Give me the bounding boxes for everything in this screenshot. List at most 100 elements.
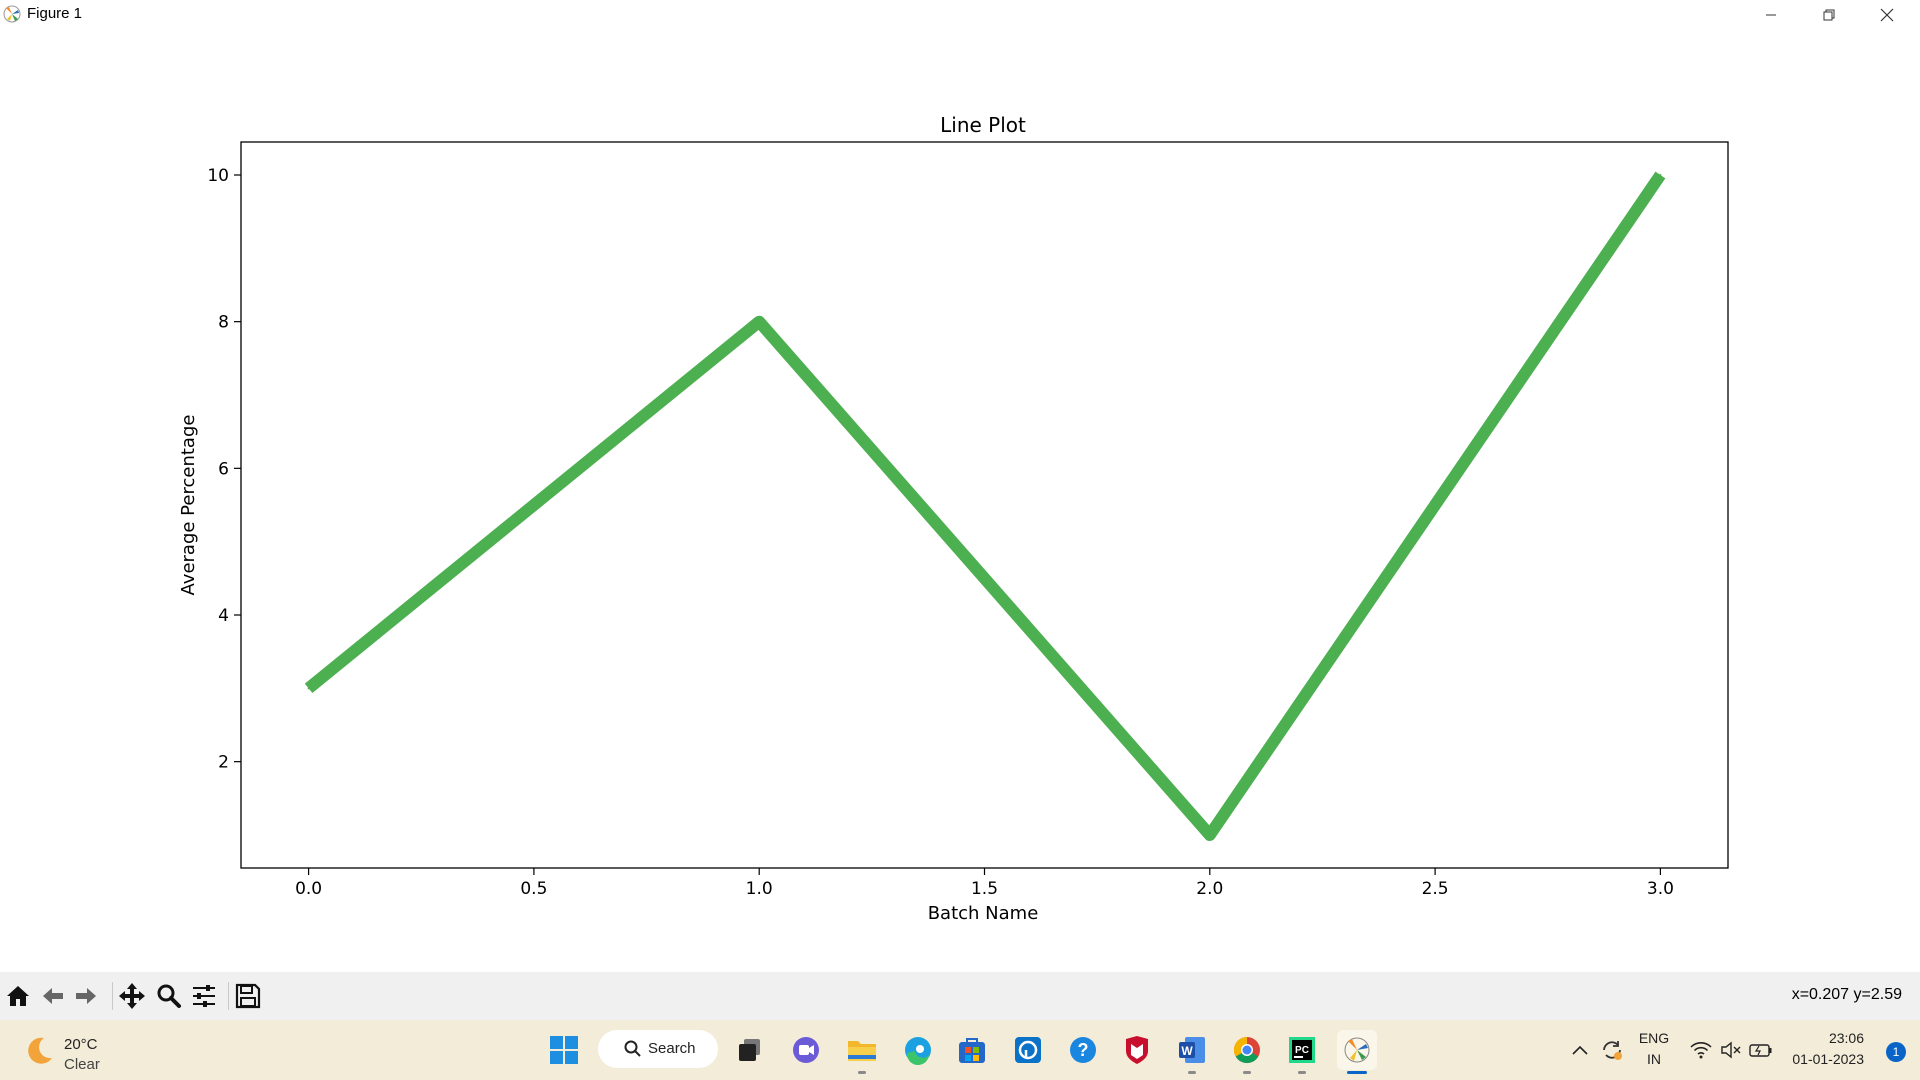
taskbar-file-explorer[interactable] bbox=[842, 1030, 882, 1074]
x-tick-label: 1.5 bbox=[971, 879, 998, 899]
data-point bbox=[1659, 174, 1662, 176]
task-view-icon bbox=[739, 1039, 760, 1061]
close-icon bbox=[1880, 8, 1894, 21]
close-button[interactable] bbox=[1858, 0, 1916, 29]
data-point bbox=[307, 687, 310, 690]
pan-icon bbox=[119, 983, 145, 1009]
wifi-icon bbox=[1690, 1042, 1712, 1059]
moon-icon bbox=[28, 1037, 52, 1064]
help-icon: ? bbox=[1070, 1037, 1096, 1063]
data-point bbox=[758, 320, 761, 323]
home-button[interactable] bbox=[2, 980, 34, 1012]
matplotlib-icon bbox=[3, 5, 21, 23]
x-tick-label: 0.0 bbox=[295, 879, 322, 899]
weather-temperature: 20°C bbox=[64, 1036, 98, 1053]
start-button[interactable] bbox=[544, 1030, 584, 1070]
taskbar-matplotlib[interactable] bbox=[1337, 1030, 1377, 1074]
taskbar-edge[interactable] bbox=[898, 1030, 938, 1070]
y-tick-label: 8 bbox=[218, 313, 229, 333]
toolbar-separator bbox=[228, 982, 229, 1010]
x-tick-label: 1.0 bbox=[746, 879, 773, 899]
taskbar-word[interactable]: W bbox=[1172, 1030, 1212, 1074]
window-title: Figure 1 bbox=[27, 5, 83, 22]
chart-title: Line Plot bbox=[940, 113, 1026, 137]
svg-text:W: W bbox=[1181, 1044, 1193, 1058]
save-button[interactable] bbox=[232, 980, 264, 1012]
taskbar-chrome[interactable] bbox=[1227, 1030, 1267, 1074]
notification-badge[interactable]: 1 bbox=[1886, 1042, 1906, 1062]
y-tick-label: 4 bbox=[218, 606, 229, 626]
running-indicator bbox=[1188, 1071, 1196, 1074]
edge-icon bbox=[905, 1037, 931, 1065]
home-icon bbox=[7, 986, 29, 1006]
back-icon bbox=[43, 988, 63, 1004]
chevron-up-icon bbox=[1572, 1045, 1588, 1055]
search-label: Search bbox=[648, 1040, 696, 1057]
matplotlib-icon bbox=[1344, 1037, 1370, 1063]
minimize-button[interactable] bbox=[1742, 0, 1800, 29]
search-input[interactable]: Search bbox=[598, 1030, 718, 1068]
taskbar-store[interactable] bbox=[952, 1030, 992, 1070]
cursor-coordinates: x=0.207 y=2.59 bbox=[1791, 986, 1902, 1003]
chat-icon bbox=[793, 1037, 819, 1063]
svg-text:?: ? bbox=[1078, 1040, 1089, 1060]
language-region: IN bbox=[1647, 1051, 1661, 1067]
forward-button[interactable] bbox=[70, 980, 102, 1012]
series-line bbox=[304, 171, 1666, 841]
restore-button[interactable] bbox=[1800, 0, 1858, 29]
show-hidden-icons-button[interactable] bbox=[1562, 1030, 1598, 1070]
back-button[interactable] bbox=[37, 980, 69, 1012]
toolbar-separator bbox=[112, 982, 113, 1010]
data-point bbox=[1208, 834, 1211, 836]
figure-canvas[interactable]: Line Plot 0.0 0.5 1.0 1.5 2.0 2.5 3.0 2 4 6 8 10 Ba… bbox=[0, 29, 1920, 972]
taskbar-mcafee[interactable] bbox=[1117, 1030, 1157, 1070]
windows-start-icon bbox=[550, 1036, 578, 1064]
running-indicator bbox=[858, 1071, 866, 1074]
sync-icon bbox=[1603, 1041, 1622, 1060]
running-indicator bbox=[1243, 1071, 1251, 1074]
word-icon: W bbox=[1179, 1037, 1205, 1063]
sync-status[interactable] bbox=[1594, 1030, 1630, 1070]
y-axis-label: Average Percentage bbox=[178, 415, 199, 596]
clock-time[interactable]: 23:06 bbox=[1829, 1030, 1864, 1046]
y-tick-label: 10 bbox=[207, 166, 229, 186]
taskbar-pycharm[interactable]: PC bbox=[1282, 1030, 1322, 1074]
y-tick-label: 2 bbox=[218, 753, 229, 773]
pycharm-icon: PC bbox=[1289, 1037, 1315, 1063]
zoom-icon bbox=[157, 984, 181, 1008]
battery-icon bbox=[1749, 1044, 1772, 1057]
minimize-icon bbox=[1766, 14, 1776, 15]
language-indicator[interactable]: ENG bbox=[1636, 1030, 1672, 1046]
svg-text:PC: PC bbox=[1295, 1045, 1309, 1056]
x-axis-label: Batch Name bbox=[928, 903, 1039, 924]
taskbar-chat[interactable] bbox=[786, 1030, 826, 1070]
x-tick-label: 2.5 bbox=[1422, 879, 1449, 899]
clock-date[interactable]: 01-01-2023 bbox=[1792, 1051, 1864, 1067]
x-tick-label: 3.0 bbox=[1647, 879, 1674, 899]
forward-icon bbox=[76, 988, 96, 1004]
configure-subplots-button[interactable] bbox=[188, 980, 220, 1012]
x-tick-label: 2.0 bbox=[1196, 879, 1223, 899]
axes-frame bbox=[240, 141, 1729, 869]
store-icon bbox=[959, 1038, 985, 1063]
active-indicator bbox=[1347, 1071, 1367, 1074]
mcafee-icon bbox=[1126, 1036, 1148, 1064]
configure-subplots-icon bbox=[193, 985, 215, 1007]
volume-muted-icon bbox=[1721, 1041, 1741, 1059]
restore-icon bbox=[1823, 9, 1835, 20]
navigation-toolbar: x=0.207 y=2.59 bbox=[0, 972, 1920, 1020]
taskbar-help[interactable]: ? bbox=[1063, 1030, 1103, 1070]
taskbar: 20°C Clear Search ? W PC ENG IN 23:06 01… bbox=[0, 1020, 1920, 1080]
line-chart[interactable]: Line Plot 0.0 0.5 1.0 1.5 2.0 2.5 3.0 2 4 6 8 10 Ba… bbox=[0, 29, 1920, 972]
search-icon bbox=[624, 1040, 641, 1057]
pan-button[interactable] bbox=[116, 980, 148, 1012]
app-icon bbox=[1015, 1037, 1041, 1063]
title-bar: Figure 1 bbox=[0, 0, 1920, 29]
battery-status[interactable] bbox=[1743, 1030, 1779, 1070]
weather-condition: Clear bbox=[64, 1056, 100, 1073]
taskbar-task-view[interactable] bbox=[730, 1030, 770, 1070]
running-indicator bbox=[1298, 1071, 1306, 1074]
zoom-button[interactable] bbox=[153, 980, 185, 1012]
chrome-icon bbox=[1233, 1036, 1260, 1064]
taskbar-app[interactable] bbox=[1008, 1030, 1048, 1070]
